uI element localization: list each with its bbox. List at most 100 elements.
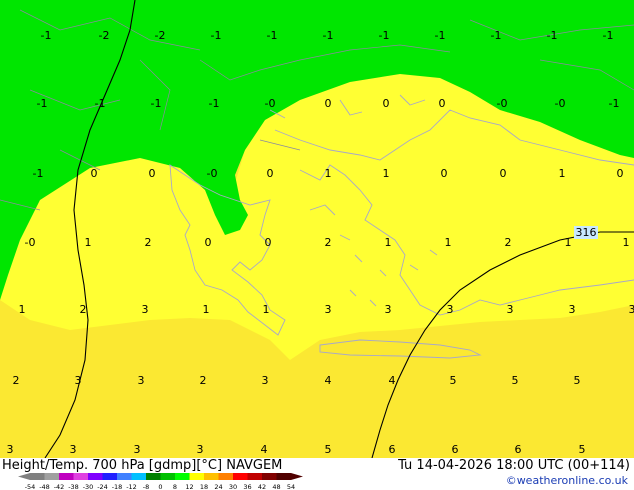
legend-tick-label: -30 — [83, 483, 94, 490]
temperature-value: -1 — [209, 97, 220, 110]
temperature-value: 3 — [7, 443, 14, 456]
temperature-value: -1 — [435, 29, 446, 42]
valid-time: Tu 14-04-2026 18:00 UTC (00+114) — [398, 458, 630, 473]
legend-swatch — [44, 473, 59, 480]
legend-swatch — [218, 473, 233, 480]
temperature-value: -1 — [603, 29, 614, 42]
temperature-value: -1 — [41, 29, 52, 42]
temperature-value: 1 — [623, 236, 630, 249]
temperature-value: 5 — [450, 374, 457, 387]
temperature-value: 3 — [385, 303, 392, 316]
temperature-value: 2 — [505, 236, 512, 249]
temperature-value: -0 — [265, 97, 276, 110]
legend-swatch — [88, 473, 103, 480]
temperature-value: 6 — [389, 443, 396, 456]
temperature-value: 1 — [19, 303, 26, 316]
temperature-value: -1 — [37, 97, 48, 110]
legend-swatch — [175, 473, 190, 480]
legend-tick-label: -12 — [126, 483, 137, 490]
legend-tick-label: 48 — [272, 483, 280, 490]
legend-tick-label: -24 — [97, 483, 108, 490]
temperature-value: 0 — [325, 97, 332, 110]
temperature-value: 1 — [445, 236, 452, 249]
legend-swatch — [73, 473, 88, 480]
temperature-value: 1 — [565, 236, 572, 249]
legend-swatch — [117, 473, 132, 480]
contour-label: 316 — [576, 226, 597, 239]
temperature-value: -0 — [207, 167, 218, 180]
temperature-value: 5 — [325, 443, 332, 456]
temperature-value: 6 — [515, 443, 522, 456]
map-title: Height/Temp. 700 hPa [gdmp][°C] NAVGEM — [2, 458, 283, 473]
temperature-value: 2 — [145, 236, 152, 249]
legend-swatch — [59, 473, 74, 480]
legend-tick-label: -48 — [39, 483, 50, 490]
temperature-value: 3 — [134, 443, 141, 456]
legend-swatch — [102, 473, 117, 480]
temperature-value: 0 — [91, 167, 98, 180]
temperature-value: 1 — [559, 167, 566, 180]
temperature-value: 3 — [507, 303, 514, 316]
legend-tick-label: -8 — [143, 483, 149, 490]
legend-swatch — [262, 473, 277, 480]
legend-tick-label: 42 — [258, 483, 266, 490]
temperature-value: -0 — [25, 236, 36, 249]
legend-tick-label: 0 — [158, 483, 162, 490]
legend-arrow-right — [291, 473, 303, 480]
temperature-value: 0 — [149, 167, 156, 180]
legend-swatch — [146, 473, 161, 480]
legend-swatch — [233, 473, 248, 480]
temperature-value: 3 — [629, 303, 634, 316]
temperature-value: -1 — [211, 29, 222, 42]
legend-tick-label: 54 — [287, 483, 295, 490]
temperature-value: -1 — [267, 29, 278, 42]
temperature-value: 2 — [13, 374, 20, 387]
temperature-value: 3 — [70, 443, 77, 456]
temperature-value: 1 — [385, 236, 392, 249]
temperature-value: 5 — [574, 374, 581, 387]
legend-swatch — [30, 473, 45, 480]
temperature-value: 2 — [200, 374, 207, 387]
legend-swatch — [131, 473, 146, 480]
temperature-value: 1 — [203, 303, 210, 316]
temperature-value: -0 — [497, 97, 508, 110]
temperature-value: 3 — [569, 303, 576, 316]
temperature-value: 1 — [263, 303, 270, 316]
legend-tick-label: -38 — [68, 483, 79, 490]
temperature-value: 5 — [579, 443, 586, 456]
temperature-value: 3 — [142, 303, 149, 316]
temperature-value: -2 — [155, 29, 166, 42]
legend-color-bar — [18, 473, 303, 480]
temperature-value: -1 — [547, 29, 558, 42]
legend-tick-label: 12 — [185, 483, 193, 490]
temperature-value: 4 — [261, 443, 268, 456]
legend-swatch — [160, 473, 175, 480]
credit-link[interactable]: ©weatheronline.co.uk — [506, 474, 628, 487]
temperature-value: 3 — [262, 374, 269, 387]
temperature-value: 4 — [325, 374, 332, 387]
weather-map: 316 -1 -2 -2 -1 -1 -1 -1 -1 -1 -1 -1-1 -1 -1 -1 -0 0 0 0-… — [0, 0, 634, 458]
legend-tick-label: -18 — [112, 483, 123, 490]
temperature-value: 1 — [85, 236, 92, 249]
legend-swatch — [276, 473, 291, 480]
temperature-value: 2 — [80, 303, 87, 316]
temperature-value: 0 — [265, 236, 272, 249]
legend-tick-label: 18 — [200, 483, 208, 490]
temperature-value: 0 — [205, 236, 212, 249]
legend-tick-label: 36 — [243, 483, 251, 490]
temperature-value: 2 — [325, 236, 332, 249]
temperature-value: 0 — [500, 167, 507, 180]
temperature-value: 0 — [617, 167, 624, 180]
legend-swatch — [204, 473, 219, 480]
legend-tick-label: 24 — [214, 483, 222, 490]
legend-tick-label: -54 — [25, 483, 36, 490]
legend-tick-labels: -54 -48 -42 -38 -30 -24 -18 -12 -8 0 8 12 18 24 30 36 42… — [25, 483, 295, 490]
temperature-value: -2 — [99, 29, 110, 42]
temperature-value: -1 — [33, 167, 44, 180]
temperature-value: 0 — [383, 97, 390, 110]
legend-tick-label: 30 — [229, 483, 237, 490]
temperature-value: 3 — [197, 443, 204, 456]
temperature-value: 5 — [512, 374, 519, 387]
temperature-value: -1 — [491, 29, 502, 42]
temperature-value: -1 — [95, 97, 106, 110]
